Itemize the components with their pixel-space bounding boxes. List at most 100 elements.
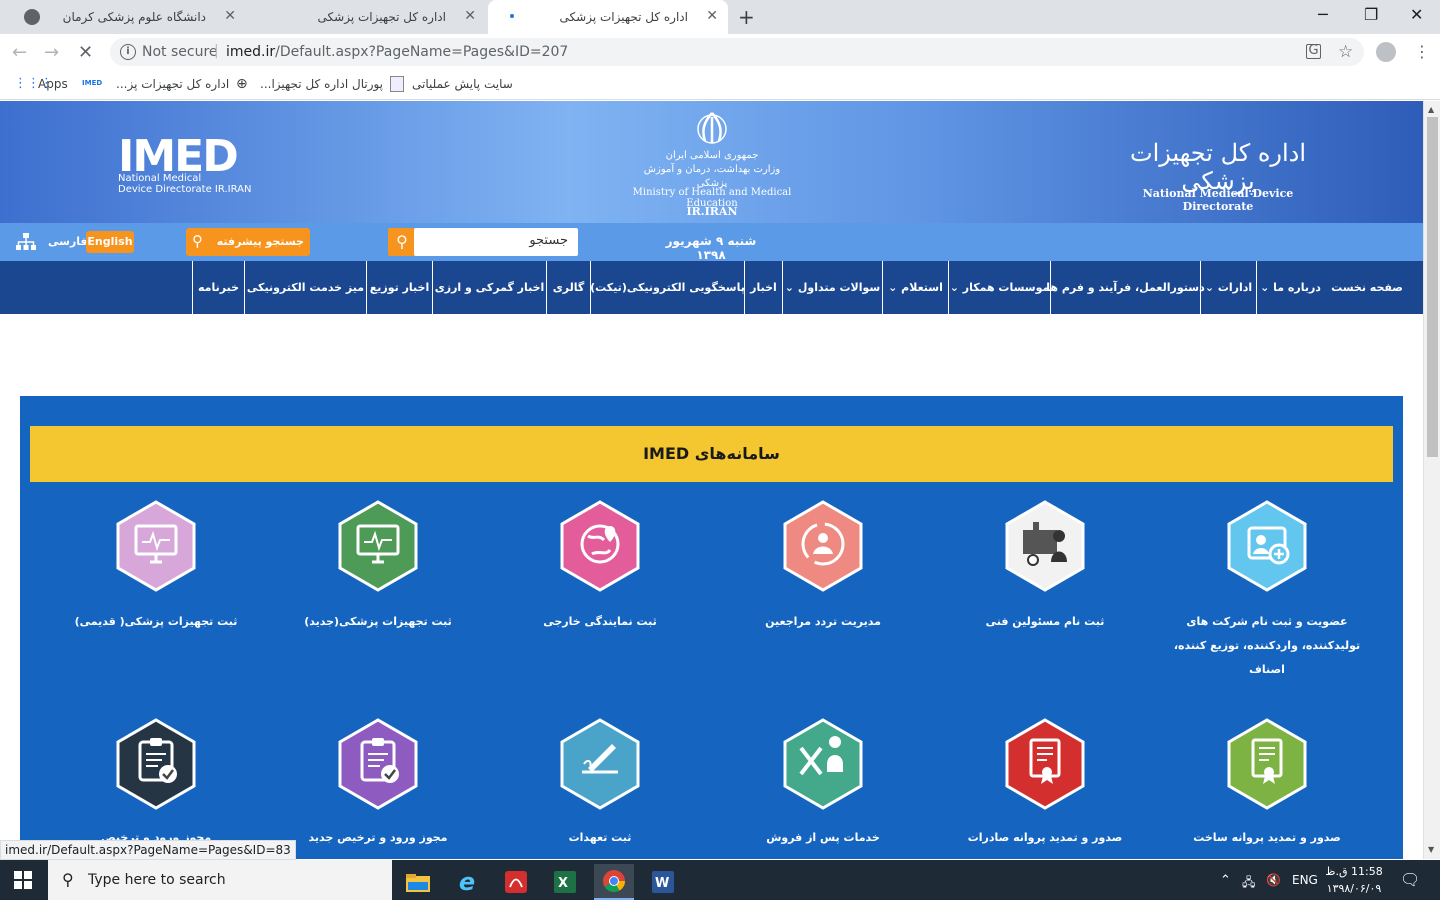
browser-toolbar: ← → ✕ i Not secure | imed.ir/Default.asp…	[0, 34, 1440, 70]
restore-button[interactable]: ❐	[1364, 5, 1378, 24]
sitemap-icon[interactable]	[16, 233, 36, 255]
brand-title-en: National Medical Device Directorate	[1142, 187, 1294, 213]
technician-icon[interactable]	[1003, 500, 1087, 592]
star-icon[interactable]: ☆	[1338, 42, 1353, 62]
internet-explorer-icon[interactable]: e	[447, 864, 487, 900]
certificate-icon[interactable]	[1003, 718, 1087, 810]
nav-departments[interactable]: ادارات ⌄	[1200, 261, 1256, 314]
bookmark-apps[interactable]: Apps	[38, 77, 68, 91]
visitors-icon[interactable]	[781, 500, 865, 592]
forward-button[interactable]: →	[44, 42, 59, 63]
url-text[interactable]: imed.ir/Default.aspx?PageName=Pages&ID=2…	[226, 44, 568, 60]
nav-distribution[interactable]: اخبار توزیع	[366, 261, 432, 314]
address-bar[interactable]: i Not secure | imed.ir/Default.aspx?Page…	[110, 38, 1364, 66]
close-icon[interactable]: ✕	[706, 8, 718, 24]
system-card-label: عضویت و ثبت نام شرکت های تولیدکننده، وار…	[1173, 615, 1361, 676]
notifications-icon[interactable]: 🗨	[1400, 870, 1420, 889]
profile-avatar[interactable]	[1376, 42, 1396, 62]
volume-muted-icon[interactable]: 🔇	[1266, 873, 1281, 887]
nav-home[interactable]: صفحه نخست	[1325, 261, 1409, 314]
globe-pin-icon[interactable]	[558, 500, 642, 592]
close-window-button[interactable]: ✕	[1410, 5, 1423, 24]
page-scrollbar[interactable]: ▲ ▼	[1423, 101, 1440, 859]
language-indicator[interactable]: ENG	[1292, 873, 1318, 887]
clipboard-check-icon[interactable]	[114, 718, 198, 810]
tab-imed-1[interactable]: اداره کل تجهیزات پزشکی ✕	[250, 0, 524, 34]
id-card-plus-icon[interactable]	[1225, 500, 1309, 592]
search-input[interactable]: جستجو	[414, 228, 578, 256]
nav-inquiry[interactable]: استعلام ⌄	[882, 261, 948, 314]
search-button[interactable]: ⚲	[388, 228, 416, 256]
globe-icon: ⊕	[236, 76, 248, 92]
nav-newsletter[interactable]: خبرنامه	[192, 261, 244, 314]
excel-icon[interactable]: X	[545, 864, 585, 900]
nav-ticket[interactable]: پاسخگویی الکترونیکی(تیکت)	[590, 261, 745, 314]
certificate-icon[interactable]	[1225, 718, 1309, 810]
system-card-label: ثبت تعهدات	[568, 831, 632, 844]
acrobat-icon[interactable]	[496, 864, 536, 900]
back-button[interactable]: ←	[12, 42, 27, 63]
translate-icon[interactable]: G	[1306, 44, 1321, 59]
info-icon[interactable]: i	[120, 44, 136, 60]
bookmark-monitoring[interactable]: سایت پایش عملیاتی	[412, 77, 513, 91]
chrome-icon[interactable]	[594, 864, 634, 900]
systems-section: سامانه‌های IMED عضویت و ثبت نام شرکت های…	[20, 396, 1403, 859]
tab-imed-active[interactable]: اداره کل تجهیزات پزشکی ✕	[488, 0, 728, 34]
lang-fa-link[interactable]: فارسی	[48, 235, 88, 248]
scroll-down-arrow[interactable]: ▼	[1428, 845, 1434, 854]
windows-start-icon[interactable]	[14, 871, 32, 889]
system-card-label: مجوز ورود و ترخیص جدید	[308, 831, 448, 844]
close-icon[interactable]: ✕	[224, 8, 236, 24]
advanced-search-button[interactable]: ⚲ جستجو پیشرفته	[186, 228, 310, 256]
word-icon[interactable]: W	[643, 864, 683, 900]
nav-gallery[interactable]: گالری	[546, 261, 590, 314]
nav-faq[interactable]: سوالات متداول ⌄	[782, 261, 882, 314]
search-icon: ⚲	[62, 870, 74, 889]
system-card-label: صدور و تمدید پروانه ساخت	[1193, 831, 1341, 844]
scroll-thumb[interactable]	[1427, 117, 1438, 457]
emblem-icon	[695, 111, 729, 147]
monitor-icon[interactable]	[336, 500, 420, 592]
current-date: شنبه ۹ شهریور ۱۳۹۸	[665, 234, 757, 262]
bookmarks-bar: ⋮⋮⋮ Apps IMED اداره کل تجهیزات پز... ⊕ پ…	[0, 70, 1440, 100]
bookmark-portal[interactable]: پورتال اداره کل تجهیزا...	[260, 77, 383, 91]
systems-title: سامانه‌های IMED	[30, 426, 1393, 482]
signature-icon[interactable]	[558, 718, 642, 810]
system-card-label: ثبت نمایندگی خارجی	[543, 615, 657, 628]
new-tab-button[interactable]: +	[738, 5, 755, 29]
file-explorer-icon[interactable]	[398, 864, 438, 900]
nav-instructions[interactable]: دستورالعمل، فرآیند و فرم ها	[1046, 261, 1205, 314]
network-icon[interactable]: 🖧	[1242, 873, 1255, 894]
minimize-button[interactable]: ─	[1318, 5, 1328, 24]
taskbar-search[interactable]: ⚲ Type here to search	[48, 860, 392, 900]
menu-icon[interactable]: ⋮	[1414, 42, 1430, 61]
nav-news[interactable]: اخبار	[744, 261, 782, 314]
logo-subtitle: National Medical Device Directorate IR.I…	[118, 173, 252, 195]
chevron-up-icon[interactable]: ⌃	[1220, 873, 1231, 888]
lang-en-button[interactable]: English	[86, 231, 134, 253]
taskbar: ⚲ Type here to search e X W ⌃ 🖧 🔇 ENG 11…	[0, 860, 1440, 900]
system-card-label: مدیریت تردد مراجعین	[765, 615, 881, 628]
clipboard-check-icon[interactable]	[336, 718, 420, 810]
scroll-up-arrow[interactable]: ▲	[1428, 105, 1434, 114]
stop-button[interactable]: ✕	[78, 42, 93, 63]
system-card-label: ثبت نام مسئولین فنی	[985, 615, 1105, 628]
close-icon[interactable]: ✕	[464, 8, 476, 24]
nav-eservice[interactable]: میز خدمت الکترونیکی	[244, 261, 366, 314]
clock[interactable]: 11:58 ق.ظ ۱۳۹۸/۰۶/۰۹	[1318, 863, 1390, 897]
nav-partners[interactable]: موسسات همکار ⌄	[948, 261, 1050, 314]
main-nav: صفحه نخست درباره ما ⌄ ادارات ⌄ دستورالعم…	[0, 261, 1423, 314]
nav-about[interactable]: درباره ما ⌄	[1256, 261, 1324, 314]
page-icon	[390, 76, 404, 92]
monitor-icon[interactable]	[114, 500, 198, 592]
system-card-label: ثبت تجهیزات پزشکی(جدید)	[304, 615, 452, 628]
search-icon: ⚲	[192, 232, 203, 250]
svg-text:X: X	[558, 876, 568, 891]
tab-kerman[interactable]: دانشگاه علوم پزشکی کرمان ✕	[8, 0, 246, 34]
bookmark-imed[interactable]: اداره کل تجهیزات پز...	[116, 77, 229, 91]
nav-customs[interactable]: اخبار گمرکی و ارزی	[432, 261, 546, 314]
service-icon[interactable]	[781, 718, 865, 810]
globe-icon	[24, 9, 40, 25]
system-card-label: صدور و تمدید پروانه صادرات	[967, 831, 1123, 844]
country-label: IR.IRAN	[686, 205, 738, 218]
